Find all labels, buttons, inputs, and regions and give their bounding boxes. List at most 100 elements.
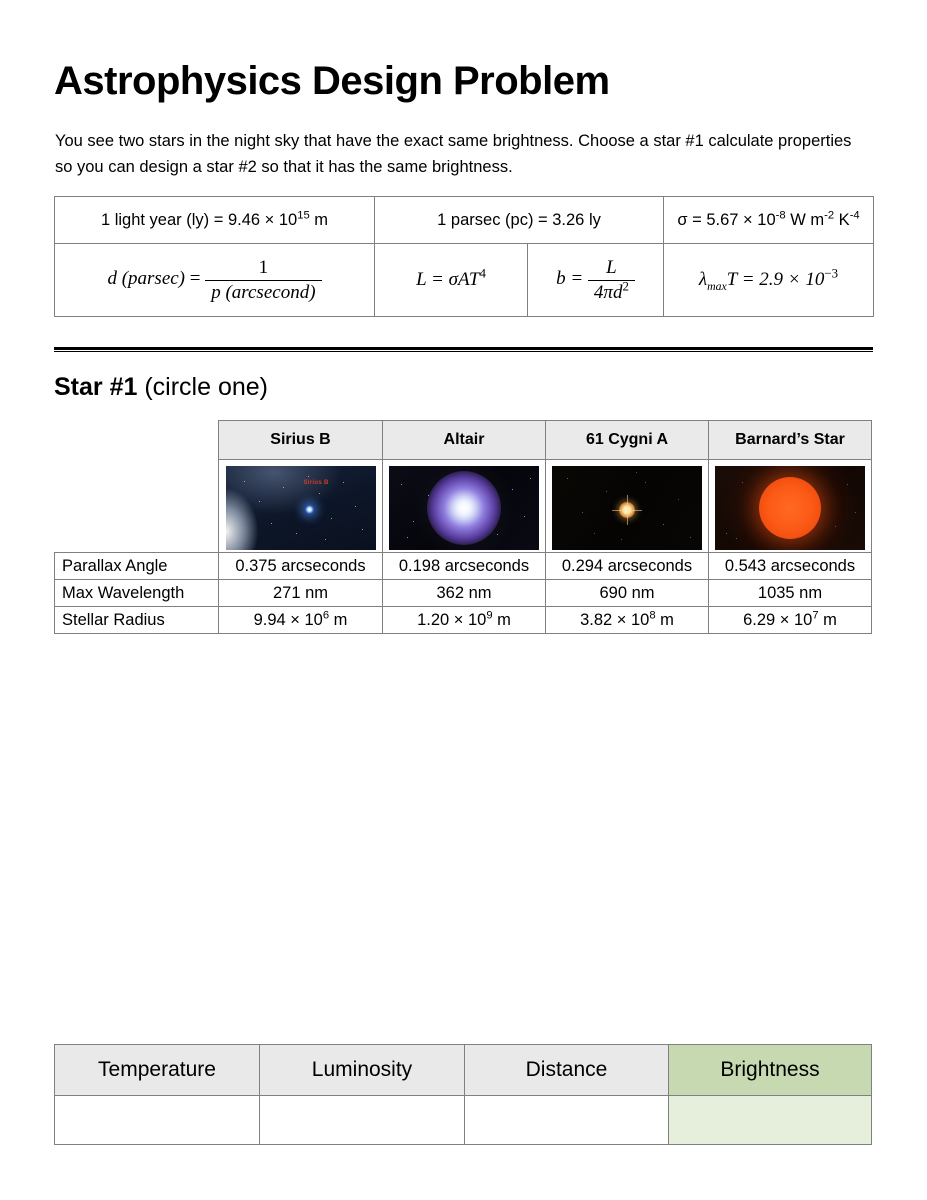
radius-unit: m: [329, 610, 348, 629]
section-divider: [54, 347, 873, 352]
stellar-radius-barnards-star: 6.29 × 107 m: [708, 606, 872, 634]
max-wavelength-sirius-b: 271 nm: [218, 579, 383, 607]
answer-field-luminosity[interactable]: [259, 1095, 465, 1145]
radius-mantissa: 3.82 × 10: [580, 610, 650, 629]
stellar-radius-sirius-b: 9.94 × 106 m: [218, 606, 383, 634]
sigma-m-exponent: -2: [824, 209, 835, 221]
starfield-background: [225, 465, 376, 550]
sigma-unit-k: K: [834, 210, 850, 229]
sigma-value-text: σ = 5.67 × 10: [677, 210, 776, 229]
wien-rhs: T = 2.9 × 10: [726, 269, 825, 290]
answer-field-distance[interactable]: [464, 1095, 669, 1145]
sigma-unit-w-m: W m: [785, 210, 825, 229]
row-label-parallax-angle: Parallax Angle: [54, 552, 219, 580]
temperature-exponent: 4: [479, 265, 486, 281]
brightness-formula: b = L 4πd2: [556, 257, 635, 303]
star-header-61-cygni-a[interactable]: 61 Cygni A: [545, 420, 709, 460]
distance-parsec-formula: d (parsec) = 1 p (arcsecond): [107, 257, 322, 303]
max-wavelength-altair: 362 nm: [382, 579, 546, 607]
distance-exponent: 2: [622, 278, 629, 294]
light-year-exponent: 15: [297, 209, 310, 221]
star-image-cell-barnards-star: [708, 459, 872, 553]
lambda-max-subscript: max: [707, 279, 727, 293]
radius-unit: m: [818, 610, 837, 629]
answer-field-temperature[interactable]: [54, 1095, 260, 1145]
star-options-table: Sirius B Altair 61 Cygni A Barnard’s Sta…: [54, 420, 872, 634]
parallax-fraction: 1 p (arcsecond): [205, 256, 322, 304]
brightness-denominator: 4πd2: [587, 278, 635, 304]
row-label-max-wavelength: Max Wavelength: [54, 579, 219, 607]
altair-star-photo: [389, 465, 539, 550]
parallax-angle-row: Parallax Angle 0.375 arcseconds 0.198 ar…: [54, 552, 872, 580]
radius-unit: m: [655, 610, 674, 629]
answer-header-row: Temperature Luminosity Distance Brightne…: [54, 1044, 872, 1096]
wien-law-formula: λmaxT = 2.9 × 10−3: [699, 265, 839, 293]
star-header-barnards-star[interactable]: Barnard’s Star: [708, 420, 872, 460]
sirius-b-star-point: [305, 504, 314, 514]
brightness-fraction: L 4πd2: [587, 256, 635, 304]
star-image-row-spacer: [55, 460, 219, 553]
61-cygni-a-star-point: [612, 495, 642, 526]
page-title: Astrophysics Design Problem: [54, 59, 610, 103]
light-year-constant-text: 1 light year (ly) = 9.46 × 10: [100, 210, 298, 229]
star-section-heading-bold: Star #1: [54, 373, 138, 401]
wien-exponent: −3: [824, 265, 839, 281]
stellar-radius-altair: 1.20 × 109 m: [382, 606, 546, 634]
brightness-lhs: b =: [556, 268, 588, 290]
star-header-altair[interactable]: Altair: [382, 420, 546, 460]
formulas-row: d (parsec) = 1 p (arcsecond) L = σAT4 b …: [54, 243, 875, 317]
four-pi-d-term: 4πd: [593, 281, 623, 303]
constants-formula-table: 1 light year (ly) = 9.46 × 1015 m 1 pars…: [54, 196, 875, 317]
row-label-stellar-radius: Stellar Radius: [54, 606, 219, 634]
equals-sign: =: [189, 268, 201, 290]
intro-paragraph: You see two stars in the night sky that …: [55, 132, 852, 176]
fraction-numerator: 1: [258, 256, 269, 278]
radius-mantissa: 6.29 × 10: [743, 610, 813, 629]
answer-field-brightness[interactable]: [668, 1095, 872, 1145]
radius-mantissa: 1.20 × 10: [417, 610, 487, 629]
luminosity-formula-cell: L = σAT4: [374, 243, 528, 317]
parallax-angle-barnards-star: 0.543 arcseconds: [708, 552, 872, 580]
61-cygni-a-star-photo: [552, 465, 702, 550]
sigma-a-t-term: σAT: [448, 269, 480, 290]
radius-mantissa: 9.94 × 10: [253, 610, 323, 629]
max-wavelength-row: Max Wavelength 271 nm 362 nm 690 nm 1035…: [54, 579, 872, 607]
star-image-row: Sirius B: [55, 459, 872, 553]
max-wavelength-barnards-star: 1035 nm: [708, 579, 872, 607]
light-year-constant-cell: 1 light year (ly) = 9.46 × 1015 m: [54, 196, 375, 244]
fraction-denominator: p (arcsecond): [205, 279, 322, 304]
answer-header-temperature: Temperature: [54, 1044, 260, 1096]
brightness-numerator: L: [606, 256, 617, 278]
sigma-k-exponent: -4: [849, 209, 860, 221]
constants-row: 1 light year (ly) = 9.46 × 1015 m 1 pars…: [54, 196, 875, 244]
stefan-boltzmann-cell: σ = 5.67 × 10-8 W m-2 K-4: [663, 196, 875, 244]
altair-star-disc: [427, 470, 501, 545]
barnards-star-photo: [715, 465, 865, 550]
barnards-star-disc: [759, 476, 821, 539]
star-section-heading-note: (circle one): [137, 373, 268, 401]
brightness-formula-cell: b = L 4πd2: [526, 243, 665, 317]
answer-table: Temperature Luminosity Distance Brightne…: [54, 1044, 872, 1145]
luminosity-lhs: L =: [416, 269, 449, 290]
sirius-b-photo-caption: Sirius B: [303, 479, 329, 486]
sigma-exponent: -8: [775, 209, 786, 221]
max-wavelength-61-cygni-a: 690 nm: [545, 579, 709, 607]
star-image-cell-altair: [382, 459, 546, 553]
distance-parsec-formula-cell: d (parsec) = 1 p (arcsecond): [54, 243, 375, 317]
radius-unit: m: [492, 610, 511, 629]
star-image-cell-sirius-b: Sirius B: [218, 459, 383, 553]
answer-input-row: [54, 1095, 872, 1145]
stellar-radius-row: Stellar Radius 9.94 × 106 m 1.20 × 109 m…: [54, 606, 872, 634]
parsec-constant-text: 1 parsec (pc) = 3.26 ly: [437, 210, 601, 229]
answer-header-luminosity: Luminosity: [259, 1044, 465, 1096]
luminosity-formula: L = σAT4: [416, 265, 486, 290]
answer-header-brightness: Brightness: [668, 1044, 872, 1096]
star-section-heading: Star #1 (circle one): [54, 371, 268, 403]
parallax-angle-altair: 0.198 arcseconds: [382, 552, 546, 580]
star-header-row: Sirius B Altair 61 Cygni A Barnard’s Sta…: [55, 420, 872, 460]
wien-law-formula-cell: λmaxT = 2.9 × 10−3: [663, 243, 875, 317]
parsec-constant-cell: 1 parsec (pc) = 3.26 ly: [373, 196, 665, 244]
star-header-sirius-b[interactable]: Sirius B: [218, 420, 383, 460]
light-year-unit: m: [309, 210, 329, 229]
worksheet-page: Astrophysics Design Problem You see two …: [0, 0, 927, 1200]
